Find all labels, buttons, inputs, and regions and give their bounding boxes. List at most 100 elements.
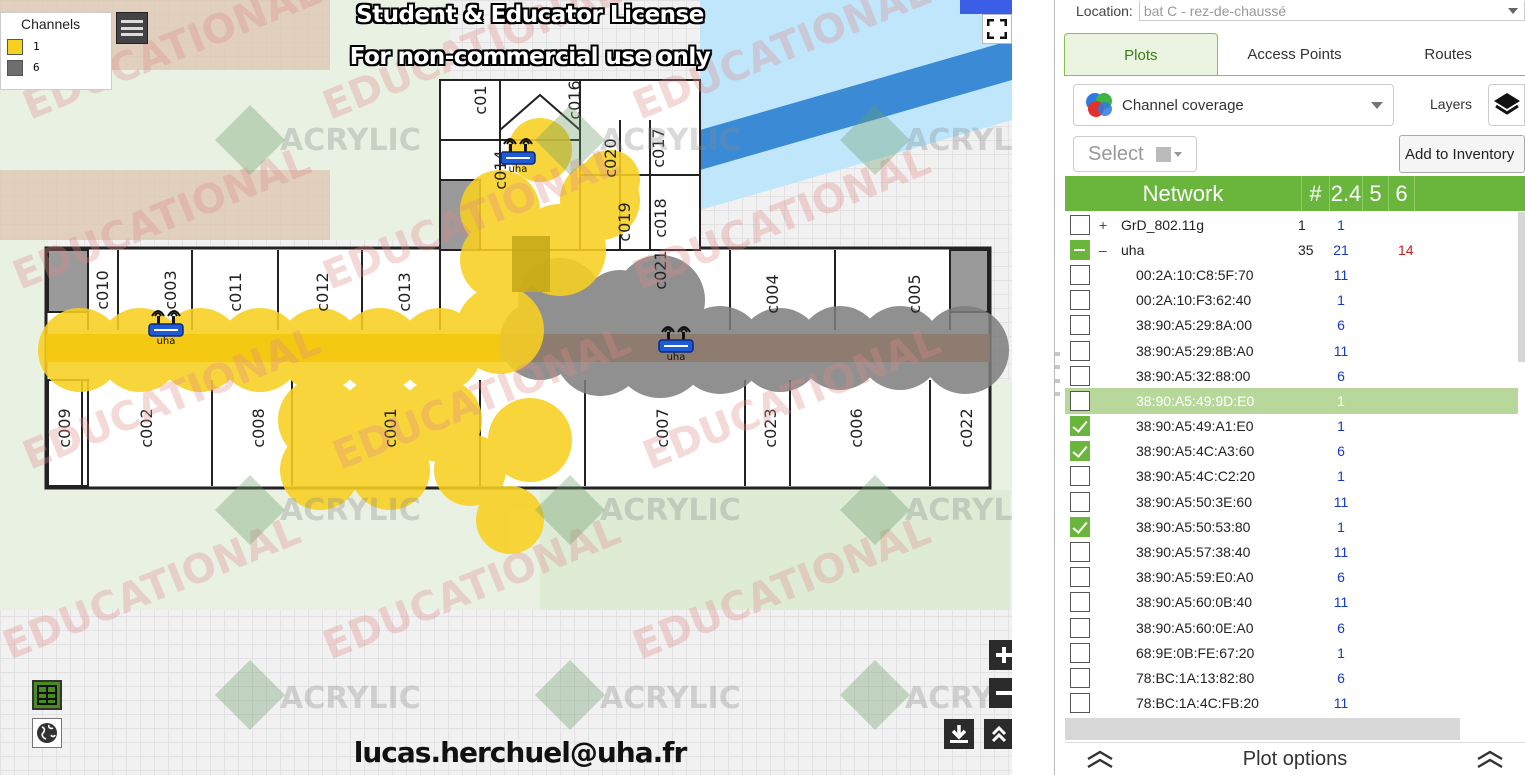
- table-row-selected[interactable]: 38:90:A5:49:9D:E0 1: [1065, 388, 1518, 414]
- row-checkbox[interactable]: [1070, 290, 1090, 311]
- column-header-band24[interactable]: 2.4: [1330, 176, 1363, 211]
- plot-options-bar[interactable]: Plot options: [1065, 742, 1525, 775]
- bssid: 38:90:A5:50:53:80: [1136, 518, 1251, 535]
- table-row[interactable]: 38:90:A5:50:53:80 1: [1065, 514, 1518, 539]
- svg-text:c013: c013: [395, 272, 414, 311]
- column-header-network[interactable]: Network: [1065, 176, 1302, 211]
- plot-type-select[interactable]: Channel coverage: [1073, 84, 1394, 126]
- floor-plan-map[interactable]: c010 c003 c011 c012 c013 c01 c016 c014 c…: [0, 0, 1012, 775]
- floor-plan-canvas[interactable]: c010 c003 c011 c012 c013 c01 c016 c014 c…: [0, 0, 1012, 775]
- band24-value: 1: [1337, 292, 1345, 309]
- globe-button[interactable]: [32, 718, 62, 748]
- table-row[interactable]: 00:2A:10:F3:62:40 1: [1065, 288, 1518, 313]
- vertical-scrollbar[interactable]: [1518, 212, 1525, 362]
- row-checkbox[interactable]: [1070, 542, 1090, 563]
- table-row[interactable]: 38:90:A5:49:A1:E0 1: [1065, 414, 1518, 439]
- access-point-marker[interactable]: uha: [656, 316, 696, 372]
- band24-value: 11: [1333, 493, 1349, 510]
- plot-options-label: Plot options: [1242, 747, 1348, 770]
- layout-button[interactable]: [32, 680, 62, 710]
- row-checkbox[interactable]: [1070, 642, 1090, 663]
- table-row[interactable]: + GrD_802.11g 1 1: [1065, 212, 1518, 237]
- row-checkbox[interactable]: [1070, 516, 1090, 537]
- column-header-band5[interactable]: 5: [1363, 176, 1389, 211]
- band24-value: 6: [1337, 569, 1345, 586]
- band24-value: 1: [1337, 392, 1345, 409]
- bssid: 38:90:A5:60:0E:A0: [1136, 619, 1254, 636]
- bssid: 38:90:A5:57:38:40: [1136, 544, 1251, 561]
- row-checkbox[interactable]: [1070, 592, 1090, 613]
- location-select[interactable]: bat C - rez-de-chaussé: [1138, 1, 1525, 21]
- horizontal-scrollbar[interactable]: [1065, 718, 1460, 740]
- row-checkbox[interactable]: [1070, 416, 1090, 437]
- table-row[interactable]: 38:90:A5:60:0B:40 11: [1065, 590, 1518, 615]
- bssid: 38:90:A5:50:3E:60: [1136, 493, 1252, 510]
- table-row[interactable]: 38:90:A5:60:0E:A0 6: [1065, 615, 1518, 640]
- tab-access-points[interactable]: Access Points: [1218, 33, 1372, 76]
- row-checkbox[interactable]: [1070, 667, 1090, 688]
- select-dropdown[interactable]: Select: [1073, 136, 1197, 172]
- tab-routes[interactable]: Routes: [1371, 33, 1525, 76]
- bssid: 78:BC:1A:13:82:80: [1136, 669, 1255, 686]
- user-email: lucas.herchuel@uha.fr: [353, 736, 688, 769]
- band24-value: 6: [1337, 367, 1345, 384]
- collapse-up-button[interactable]: [984, 719, 1012, 749]
- fullscreen-button[interactable]: [982, 14, 1012, 44]
- access-point-marker[interactable]: uha: [498, 128, 538, 184]
- row-checkbox[interactable]: [1070, 466, 1090, 487]
- table-row[interactable]: 00:2A:10:C8:5F:70 11: [1065, 262, 1518, 287]
- access-point-marker[interactable]: uha: [146, 300, 186, 356]
- table-row[interactable]: 78:BC:1A:4C:FB:20 11: [1065, 691, 1518, 716]
- band24-value: 21: [1333, 241, 1349, 258]
- table-row[interactable]: 38:90:A5:59:E0:A0 6: [1065, 565, 1518, 590]
- table-row[interactable]: 38:90:A5:32:88:00 6: [1065, 363, 1518, 388]
- row-checkbox[interactable]: [1070, 239, 1090, 260]
- table-row[interactable]: 38:90:A5:29:8B:A0 11: [1065, 338, 1518, 363]
- router-icon: [500, 138, 536, 165]
- network-table: + GrD_802.11g 1 1 – uha 35 21 14 00:2A:1…: [1065, 212, 1518, 718]
- row-checkbox[interactable]: [1070, 214, 1090, 235]
- band24-value: 11: [1333, 544, 1349, 561]
- table-row[interactable]: 38:90:A5:4C:A3:60 6: [1065, 439, 1518, 464]
- band24-value: 11: [1333, 266, 1349, 283]
- row-checkbox[interactable]: [1070, 491, 1090, 512]
- legend-label: 6: [33, 61, 40, 74]
- table-row[interactable]: 38:90:A5:29:8A:00 6: [1065, 313, 1518, 338]
- legend-toggle-button[interactable]: [116, 12, 148, 44]
- license-banner: Student & Educator License: [356, 2, 704, 28]
- collapse-toggle[interactable]: –: [1099, 242, 1107, 258]
- add-to-inventory-button[interactable]: Add to Inventory: [1399, 135, 1525, 173]
- row-checkbox[interactable]: [1070, 365, 1090, 386]
- download-button[interactable]: [944, 719, 974, 749]
- row-checkbox[interactable]: [1070, 264, 1090, 285]
- watermark-text: ACRYLIC: [280, 493, 421, 528]
- row-checkbox[interactable]: [1070, 567, 1090, 588]
- band24-value: 11: [1333, 594, 1349, 611]
- tab-plots[interactable]: Plots: [1064, 33, 1218, 76]
- layers-button[interactable]: [1488, 84, 1525, 126]
- band24-value: 1: [1337, 518, 1345, 535]
- table-row[interactable]: 38:90:A5:57:38:40 11: [1065, 539, 1518, 564]
- column-header-band6[interactable]: 6: [1389, 176, 1415, 211]
- table-row[interactable]: 38:90:A5:50:3E:60 11: [1065, 489, 1518, 514]
- list-icon-line: [121, 32, 143, 36]
- table-row[interactable]: – uha 35 21 14: [1065, 237, 1518, 262]
- network-count: 1: [1298, 216, 1306, 233]
- zoom-in-button[interactable]: [989, 640, 1012, 670]
- bssid: 38:90:A5:49:A1:E0: [1136, 418, 1254, 435]
- row-checkbox[interactable]: [1070, 390, 1090, 411]
- table-row[interactable]: 68:9E:0B:FE:67:20 1: [1065, 640, 1518, 665]
- row-checkbox[interactable]: [1070, 340, 1090, 361]
- row-checkbox[interactable]: [1070, 617, 1090, 638]
- band24-value: 1: [1337, 216, 1345, 233]
- row-checkbox[interactable]: [1070, 441, 1090, 462]
- column-header-count[interactable]: #: [1302, 176, 1330, 211]
- panel-splitter[interactable]: [1012, 0, 1060, 775]
- channel-coverage-icon: [1086, 93, 1112, 117]
- table-row[interactable]: 78:BC:1A:13:82:80 6: [1065, 665, 1518, 690]
- zoom-out-button[interactable]: [989, 678, 1012, 708]
- row-checkbox[interactable]: [1070, 693, 1090, 714]
- expand-toggle[interactable]: +: [1099, 217, 1107, 233]
- row-checkbox[interactable]: [1070, 315, 1090, 336]
- table-row[interactable]: 38:90:A5:4C:C2:20 1: [1065, 464, 1518, 489]
